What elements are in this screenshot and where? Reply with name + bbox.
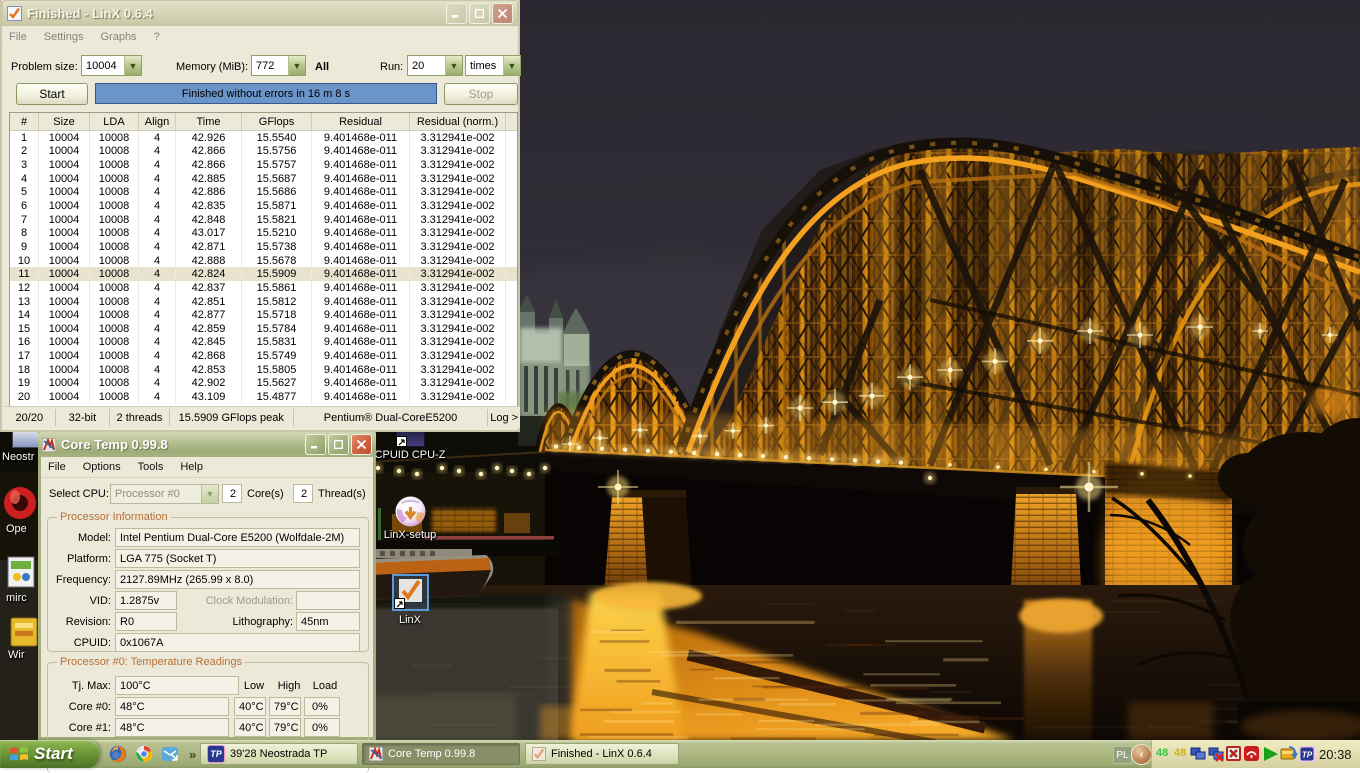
svg-text:TP: TP <box>1302 751 1313 760</box>
